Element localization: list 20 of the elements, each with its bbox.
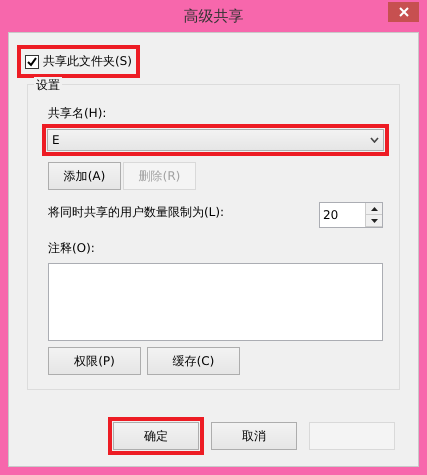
dialog-button[interactable]: 缓存(C) [147,347,240,375]
dialog-button[interactable]: 添加(A) [48,162,121,190]
dialog-button[interactable]: 取消 [211,422,297,450]
checkbox-box[interactable] [25,54,39,68]
share-name-dropdown[interactable]: E [47,129,384,151]
comment-field[interactable] [48,263,383,341]
close-icon [398,7,408,17]
share-checkbox[interactable]: 共享此文件夹(S) [22,50,135,73]
dialog-button[interactable]: 确定 [113,422,199,450]
checkbox-label: 共享此文件夹(S) [43,53,132,70]
dialog-button[interactable]: 权限(P) [48,347,141,375]
checkmark-icon [27,56,37,66]
close-button[interactable] [388,2,419,22]
dropdown-value: E [52,133,60,147]
window-title: 高级共享 [184,6,244,27]
chevron-down-icon [370,137,379,143]
user-limit-label: 将同时共享的用户数量限制为(L): [48,204,224,221]
comment-label: 注释(O): [48,240,96,257]
share-name-label: 共享名(H): [48,105,108,122]
user-limit-spinner[interactable]: 20 [319,202,383,228]
